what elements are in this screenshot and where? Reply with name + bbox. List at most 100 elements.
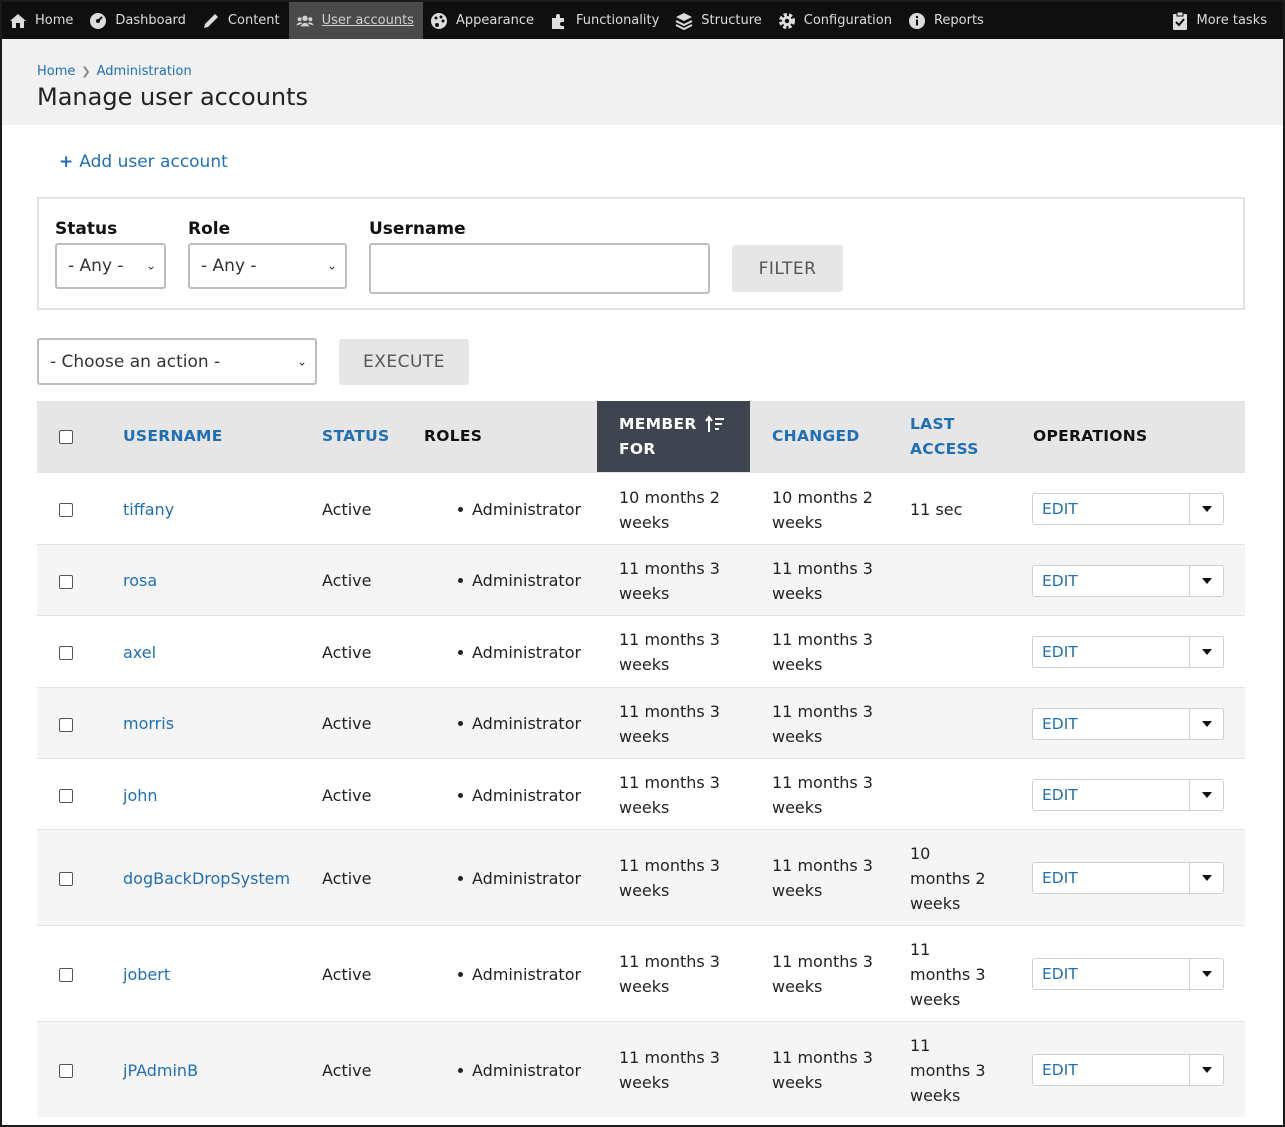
role-cell: Administrator: [458, 640, 581, 665]
breadcrumb-home[interactable]: Home: [37, 64, 75, 79]
column-header-member-for[interactable]: MEMBER FOR: [597, 401, 750, 472]
bullet-icon: [458, 1068, 463, 1073]
status-filter-label: Status: [55, 219, 118, 239]
operations-toggle[interactable]: [1189, 863, 1223, 893]
page-title: Manage user accounts: [37, 83, 309, 111]
users-icon: [295, 12, 314, 30]
execute-button[interactable]: EXECUTE: [339, 339, 469, 385]
toolbar-item-configuration[interactable]: Configuration: [771, 2, 901, 39]
toolbar-item-label: User accounts: [321, 13, 414, 28]
operations-toggle[interactable]: [1189, 1055, 1223, 1085]
username-link[interactable]: jPAdminB: [123, 1058, 198, 1083]
member-for-line-1: MEMBER: [619, 414, 697, 433]
username-filter-input[interactable]: [369, 243, 710, 294]
operations-dropbutton: EDIT: [1032, 1054, 1224, 1086]
table-row: john Active Administrator 11 months 3 wee…: [37, 758, 1245, 829]
toolbar-item-user-accounts[interactable]: User accounts: [288, 2, 423, 39]
caret-down-icon: [1201, 649, 1212, 655]
operations-toggle[interactable]: [1189, 959, 1223, 989]
edit-button[interactable]: EDIT: [1033, 709, 1189, 739]
row-select-checkbox[interactable]: [59, 872, 73, 886]
operations-dropbutton: EDIT: [1032, 565, 1224, 597]
operations-toggle[interactable]: [1189, 494, 1223, 524]
column-header-username[interactable]: USERNAME: [123, 401, 223, 472]
table-header: USERNAME STATUS ROLES MEMBER FOR CHANGED…: [37, 401, 1245, 472]
user-accounts-table: USERNAME STATUS ROLES MEMBER FOR CHANGED…: [37, 401, 1245, 1117]
row-select-checkbox[interactable]: [59, 1064, 73, 1078]
caret-down-icon: [1201, 792, 1212, 798]
bullet-icon: [458, 578, 463, 583]
home-icon: [9, 12, 27, 30]
row-select-checkbox[interactable]: [59, 646, 73, 660]
role-cell: Administrator: [458, 783, 581, 808]
row-select-checkbox[interactable]: [59, 575, 73, 589]
toolbar-item-content[interactable]: Content: [195, 2, 289, 39]
operations-toggle[interactable]: [1189, 780, 1223, 810]
table-row: morris Active Administrator 11 months 3w…: [37, 687, 1245, 758]
select-all-checkbox[interactable]: [59, 430, 73, 444]
caret-down-icon: [1201, 971, 1212, 977]
row-select-checkbox[interactable]: [59, 503, 73, 517]
member-for-cell: 11 months 3 weeks: [619, 630, 720, 674]
toolbar-item-structure[interactable]: Structure: [668, 2, 770, 39]
page-header: Home ❯ Administration Manage user accoun…: [2, 39, 1283, 125]
status-cell: Active: [322, 786, 372, 805]
role-filter-select[interactable]: - Any - ⌄: [188, 243, 347, 289]
row-select-checkbox[interactable]: [59, 718, 73, 732]
username-link[interactable]: dogBackDropSystem: [123, 866, 290, 891]
username-link[interactable]: john: [123, 783, 158, 808]
table-row: tiffany Active Administrator 10 months 2…: [37, 472, 1245, 544]
caret-down-icon: [1201, 578, 1212, 584]
column-header-status[interactable]: STATUS: [322, 401, 389, 472]
edit-button[interactable]: EDIT: [1033, 863, 1189, 893]
username-link[interactable]: tiffany: [123, 497, 174, 522]
breadcrumb-separator-icon: ❯: [81, 65, 91, 78]
bulk-action-select[interactable]: - Choose an action - ⌄: [37, 338, 317, 385]
bullet-icon: [458, 876, 463, 881]
operations-toggle[interactable]: [1189, 709, 1223, 739]
toolbar-item-functionality[interactable]: Functionality: [543, 2, 668, 39]
status-cell: Active: [322, 965, 372, 984]
role-label: Administrator: [472, 1061, 582, 1080]
row-select-checkbox[interactable]: [59, 789, 73, 803]
status-cell: Active: [322, 714, 372, 733]
row-select-checkbox[interactable]: [59, 968, 73, 982]
username-link[interactable]: morris: [123, 711, 174, 736]
toolbar-item-home[interactable]: Home: [2, 2, 82, 39]
column-header-changed[interactable]: CHANGED: [772, 401, 860, 472]
username-link[interactable]: rosa: [123, 568, 157, 593]
role-label: Administrator: [472, 965, 582, 984]
edit-button[interactable]: EDIT: [1033, 566, 1189, 596]
edit-button[interactable]: EDIT: [1033, 1055, 1189, 1085]
operations-toggle[interactable]: [1189, 637, 1223, 667]
changed-cell: 11 months 3 weeks: [772, 630, 873, 674]
edit-button[interactable]: EDIT: [1033, 959, 1189, 989]
role-label: Administrator: [472, 571, 582, 590]
status-filter-select[interactable]: - Any - ⌄: [55, 243, 166, 289]
chevron-down-icon: ⌄: [296, 353, 307, 368]
info-icon: [908, 12, 926, 30]
operations-dropbutton: EDIT: [1032, 493, 1224, 525]
role-label: Administrator: [472, 714, 582, 733]
toolbar-item-dashboard[interactable]: Dashboard: [82, 2, 195, 39]
filter-button[interactable]: FILTER: [732, 245, 843, 292]
last-access-cell: 11 months 3 weeks: [910, 940, 986, 1009]
operations-toggle[interactable]: [1189, 566, 1223, 596]
column-header-last-access[interactable]: LAST ACCESS: [910, 401, 979, 472]
table-row: jPAdminB Active Administrator 11 months …: [37, 1021, 1245, 1117]
member-for-cell: 11 months 3 weeks: [619, 559, 720, 603]
toolbar-item-reports[interactable]: Reports: [901, 2, 993, 39]
username-link[interactable]: jobert: [123, 962, 170, 987]
toolbar-item-appearance[interactable]: Appearance: [423, 2, 543, 39]
member-for-label: MEMBER FOR: [619, 412, 697, 462]
username-link[interactable]: axel: [123, 640, 156, 665]
role-filter-value: - Any -: [201, 256, 257, 276]
edit-button[interactable]: EDIT: [1033, 494, 1189, 524]
toolbar-item-label: Structure: [701, 13, 762, 28]
toolbar-more-tasks[interactable]: More tasks: [1164, 2, 1284, 39]
edit-button[interactable]: EDIT: [1033, 780, 1189, 810]
caret-down-icon: [1201, 506, 1212, 512]
add-user-account-link[interactable]: + Add user account: [59, 152, 228, 172]
breadcrumb-administration[interactable]: Administration: [97, 64, 192, 79]
edit-button[interactable]: EDIT: [1033, 637, 1189, 667]
